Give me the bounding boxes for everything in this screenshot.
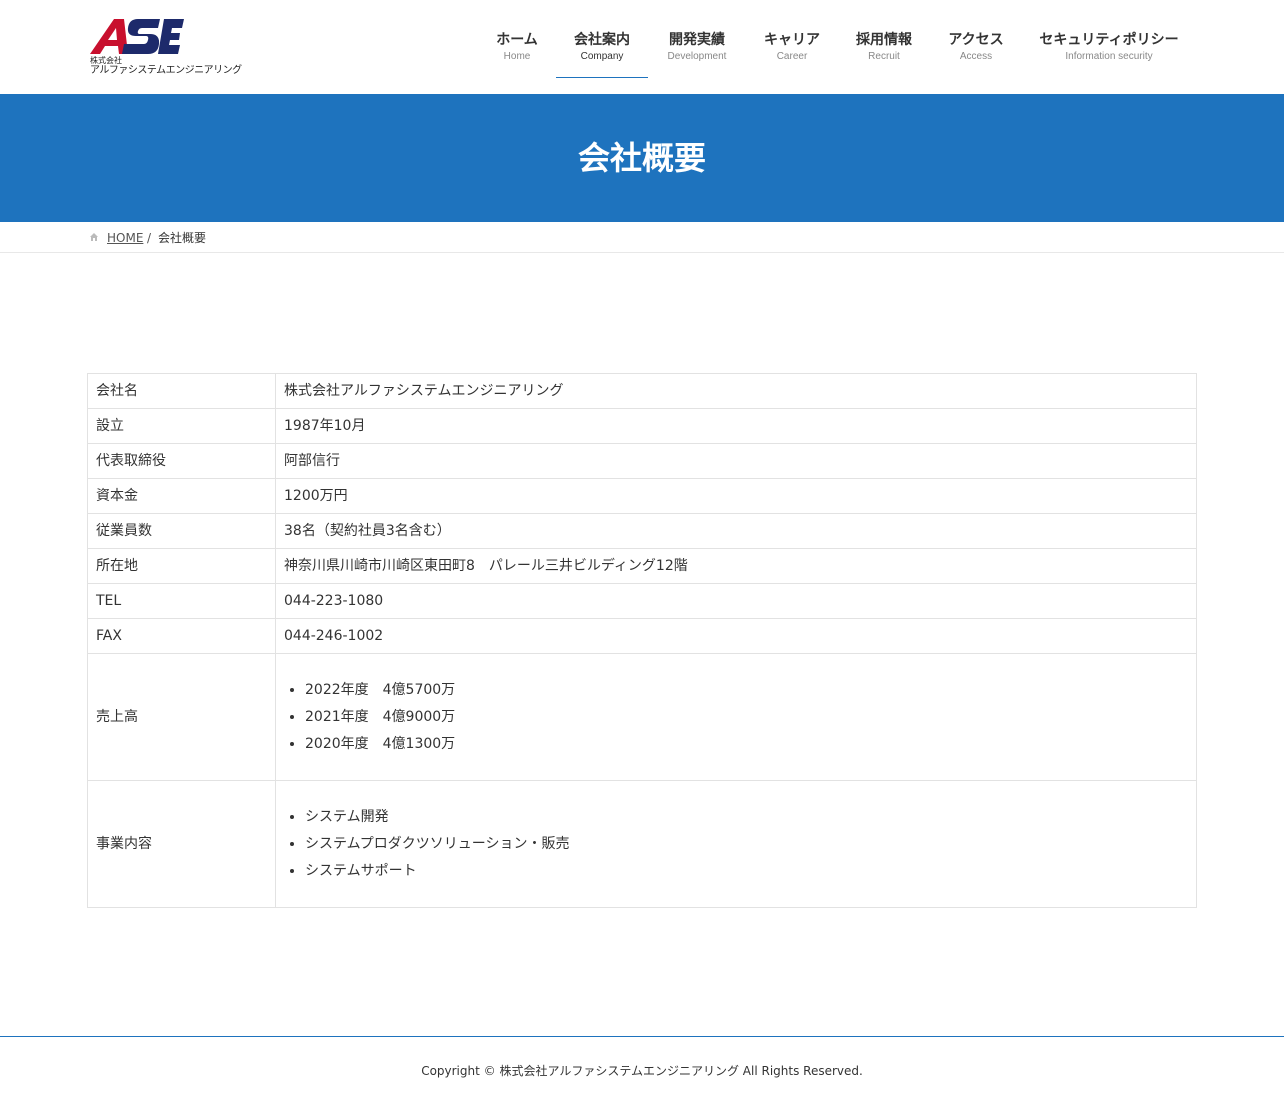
list-item: 2021年度 4億9000万 <box>305 704 1188 731</box>
logo-company-name: アルファシステムエンジニアリング <box>90 65 242 76</box>
row-label: FAX <box>87 618 276 654</box>
ase-logo-mark <box>90 19 184 54</box>
nav-item-home[interactable]: ホーム Home <box>484 0 550 78</box>
site-header: 株式会社 アルファシステムエンジニアリング ホーム Home 会社案内 Comp… <box>0 0 1284 94</box>
nav-item-recruit[interactable]: 採用情報 Recruit <box>842 0 926 78</box>
table-row: 資本金 1200万円 <box>87 478 1197 514</box>
breadcrumb-home-link[interactable]: HOME <box>107 230 143 246</box>
table-row: 売上高 2022年度 4億5700万 2021年度 4億9000万 2020年度… <box>87 653 1197 781</box>
row-label: 設立 <box>87 408 276 444</box>
row-value: 38名（契約社員3名含む） <box>275 513 1197 549</box>
row-value: 1200万円 <box>275 478 1197 514</box>
nav-item-security-policy[interactable]: セキュリティポリシー Information security <box>1030 0 1188 78</box>
nav-sublabel: Recruit <box>868 51 900 62</box>
table-row: 事業内容 システム開発 システムプロダクツソリューション・販売 システムサポート <box>87 780 1197 908</box>
nav-item-access[interactable]: アクセス Access <box>934 0 1018 78</box>
business-list-cell: システム開発 システムプロダクツソリューション・販売 システムサポート <box>275 780 1197 908</box>
breadcrumb: HOME / 会社概要 <box>0 222 1284 253</box>
row-value: 1987年10月 <box>275 408 1197 444</box>
list-item: システムプロダクツソリューション・販売 <box>305 831 1188 858</box>
table-row: 会社名 株式会社アルファシステムエンジニアリング <box>87 373 1197 409</box>
company-info-table: 会社名 株式会社アルファシステムエンジニアリング 設立 1987年10月 代表取… <box>87 373 1197 908</box>
nav-label: 開発実績 <box>669 32 725 48</box>
row-value: 阿部信行 <box>275 443 1197 479</box>
site-logo[interactable]: 株式会社 アルファシステムエンジニアリング <box>88 16 248 80</box>
row-label: 売上高 <box>87 653 276 781</box>
nav-sublabel: Access <box>959 51 993 62</box>
page-title: 会社概要 <box>577 139 706 177</box>
breadcrumb-current: 会社概要 <box>158 231 207 245</box>
list-item: 2020年度 4億1300万 <box>305 731 1188 758</box>
nav-label: 会社案内 <box>574 32 630 48</box>
nav-label: キャリア <box>764 32 820 48</box>
nav-label: ホーム <box>496 32 538 48</box>
row-label: 資本金 <box>87 478 276 514</box>
copyright-text: Copyright © 株式会社アルファシステムエンジニアリング All Rig… <box>421 1064 863 1078</box>
nav-sublabel: Career <box>776 51 808 62</box>
row-label: 会社名 <box>87 373 276 409</box>
nav-sublabel: Company <box>580 51 624 62</box>
table-row: TEL 044-223-1080 <box>87 583 1197 619</box>
page-header-band: 会社概要 <box>0 94 1284 222</box>
row-label: 所在地 <box>87 548 276 584</box>
site-footer: Copyright © 株式会社アルファシステムエンジニアリング All Rig… <box>0 1036 1284 1099</box>
row-label: TEL <box>87 583 276 619</box>
home-icon <box>90 233 98 241</box>
nav-sublabel: Home <box>503 51 531 62</box>
table-row: 所在地 神奈川県川崎市川崎区東田町8 パレール三井ビルディング12階 <box>87 548 1197 584</box>
table-row: FAX 044-246-1002 <box>87 618 1197 654</box>
sales-list-cell: 2022年度 4億5700万 2021年度 4億9000万 2020年度 4億1… <box>275 653 1197 781</box>
address-value: 神奈川県川崎市川崎区東田町8 パレール三井ビルディング12階 <box>275 548 1197 584</box>
nav-sublabel: Information security <box>1065 51 1153 62</box>
nav-item-development[interactable]: 開発実績 Development <box>652 0 742 78</box>
list-item: システムサポート <box>305 858 1188 885</box>
table-row: 設立 1987年10月 <box>87 408 1197 444</box>
nav-label: セキュリティポリシー <box>1039 32 1179 48</box>
nav-label: アクセス <box>948 32 1004 48</box>
nav-item-company[interactable]: 会社案内 Company <box>556 0 648 78</box>
list-item: システム開発 <box>305 804 1188 831</box>
row-label: 事業内容 <box>87 780 276 908</box>
row-value: 044-246-1002 <box>275 618 1197 654</box>
breadcrumb-separator: / <box>147 231 152 245</box>
row-value: 株式会社アルファシステムエンジニアリング <box>275 373 1197 409</box>
sales-list: 2022年度 4億5700万 2021年度 4億9000万 2020年度 4億1… <box>305 673 1188 762</box>
nav-label: 採用情報 <box>856 32 912 48</box>
tel-link[interactable]: 044-223-1080 <box>275 583 1197 619</box>
nav-item-career[interactable]: キャリア Career <box>750 0 834 78</box>
list-item: 2022年度 4億5700万 <box>305 677 1188 704</box>
table-row: 代表取締役 阿部信行 <box>87 443 1197 479</box>
row-label: 代表取締役 <box>87 443 276 479</box>
row-label: 従業員数 <box>87 513 276 549</box>
nav-sublabel: Development <box>667 51 727 62</box>
business-list: システム開発 システムプロダクツソリューション・販売 システムサポート <box>305 800 1188 889</box>
table-row: 従業員数 38名（契約社員3名含む） <box>87 513 1197 549</box>
